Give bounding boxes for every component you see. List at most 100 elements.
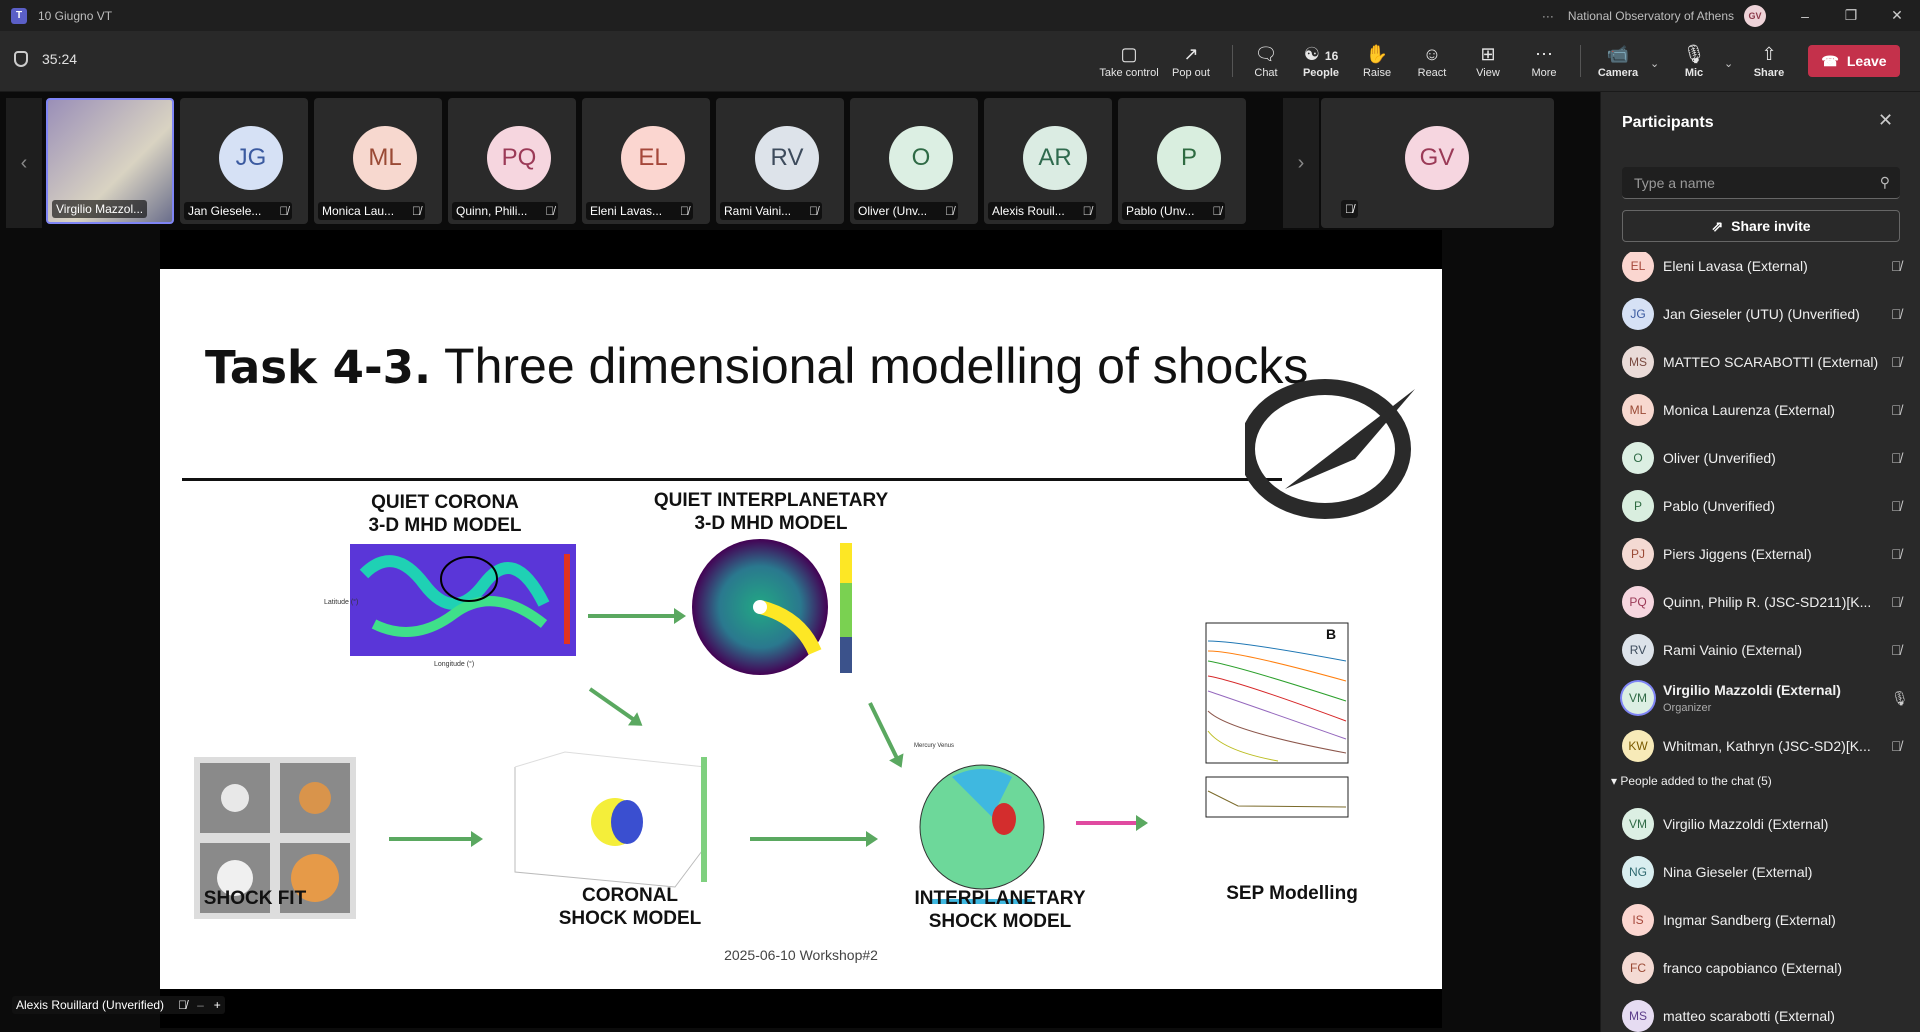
- mic-muted-icon: 🎙̸: [1891, 594, 1902, 610]
- participant-row[interactable]: O Oliver (Unverified) 🎙̸: [1601, 434, 1920, 482]
- participant-row[interactable]: RV Rami Vainio (External) 🎙̸: [1601, 626, 1920, 674]
- participant-tile[interactable]: ML Monica Lau... 🎙̸: [314, 98, 442, 224]
- mic-muted-icon: 🎙̸: [545, 204, 555, 218]
- participant-name: Oliver (Unverified): [1663, 450, 1776, 466]
- participant-row[interactable]: PJ Piers Jiggens (External) 🎙̸: [1601, 530, 1920, 578]
- shock-fit-label: SHOCK FIT: [203, 888, 307, 909]
- participant-name: matteo scarabotti (External): [1663, 1008, 1835, 1024]
- participant-row[interactable]: KW Whitman, Kathryn (JSC-SD2)[K... 🎙̸: [1601, 722, 1920, 770]
- raise-hand-button[interactable]: ✋ Raise: [1347, 41, 1407, 79]
- quiet-interplanetary-label: QUIET INTERPLANETARY 3-D MHD MODEL: [653, 490, 889, 534]
- participant-name: Monica Laurenza (External): [1663, 402, 1835, 418]
- share-button[interactable]: ⇧ Share: [1739, 41, 1799, 79]
- participant-search-input[interactable]: Type a name ⚲: [1622, 167, 1900, 199]
- participant-name: Piers Jiggens (External): [1663, 546, 1812, 562]
- participant-role: Organizer: [1663, 702, 1712, 714]
- more-icon[interactable]: ···: [1542, 9, 1554, 23]
- participant-name: Quinn, Phili... 🎙̸: [452, 202, 559, 220]
- presentation-slide: Task 4-3. Three dimensional modelling of…: [160, 269, 1442, 989]
- participant-tile[interactable]: EL Eleni Lavas... 🎙̸: [582, 98, 710, 224]
- participant-row[interactable]: EL Eleni Lavasa (External) 🎙̸: [1601, 252, 1920, 290]
- participant-tile[interactable]: O Oliver (Unv... 🎙̸: [850, 98, 978, 224]
- share-invite-button[interactable]: ⇗ Share invite: [1622, 210, 1900, 242]
- chat-people-section-header[interactable]: ▾ People added to the chat (5): [1611, 774, 1772, 788]
- participant-tile[interactable]: RV Rami Vaini... 🎙̸: [716, 98, 844, 224]
- participant-name: Oliver (Unv... 🎙̸: [854, 202, 959, 220]
- more-button[interactable]: ⋯ More: [1514, 41, 1574, 79]
- camera-options-chevron-icon[interactable]: ⌄: [1650, 57, 1659, 70]
- participant-row[interactable]: JG Jan Gieseler (UTU) (Unverified) 🎙̸: [1601, 290, 1920, 338]
- close-window-button[interactable]: ✕: [1874, 7, 1920, 24]
- participant-row[interactable]: MS matteo scarabotti (External): [1601, 992, 1920, 1032]
- participant-name: franco capobianco (External): [1663, 960, 1842, 976]
- participant-avatar: JG: [219, 126, 283, 190]
- chat-button[interactable]: 🗨 Chat: [1236, 41, 1296, 79]
- participant-tile[interactable]: P Pablo (Unv... 🎙̸: [1118, 98, 1246, 224]
- smile-icon: ☺: [1422, 44, 1442, 64]
- participant-row[interactable]: FC franco capobianco (External): [1601, 944, 1920, 992]
- participant-avatar: AR: [1023, 126, 1087, 190]
- slide-title: Task 4-3. Three dimensional modelling of…: [205, 337, 1308, 395]
- participant-row[interactable]: IS Ingmar Sandberg (External): [1601, 896, 1920, 944]
- participant-row[interactable]: MS MATTEO SCARABOTTI (External) 🎙̸: [1601, 338, 1920, 386]
- solar-wind-map-image: [692, 539, 852, 675]
- mic-options-chevron-icon[interactable]: ⌄: [1724, 57, 1733, 70]
- participant-avatar: MS: [1622, 346, 1654, 378]
- plus-icon[interactable]: +: [214, 998, 221, 1012]
- participant-name: Monica Lau... 🎙̸: [318, 202, 426, 220]
- coronal-shock-3d-image: [514, 751, 707, 888]
- arrow-coronal-to-ip-shock: [750, 831, 878, 847]
- mic-muted-icon: 🎙̸: [1891, 354, 1902, 370]
- participant-row[interactable]: PQ Quinn, Philip R. (JSC-SD211)[K... 🎙̸: [1601, 578, 1920, 626]
- ellipsis-icon: ⋯: [1535, 44, 1553, 64]
- restore-button[interactable]: ❐: [1828, 7, 1874, 24]
- arrow-shock-fit-to-coronal: [389, 831, 483, 847]
- participant-tile[interactable]: Virgilio Mazzol...: [46, 98, 174, 224]
- share-icon: ⇧: [1761, 44, 1777, 64]
- minimize-button[interactable]: –: [1782, 8, 1828, 24]
- search-icon: ⚲: [1879, 174, 1890, 190]
- sep-intensity-plot-image: B: [1205, 622, 1349, 818]
- share-invite-icon: ⇗: [1711, 217, 1724, 234]
- org-name: National Observatory of Athens: [1567, 8, 1734, 23]
- people-button[interactable]: ☯ 16 People: [1291, 41, 1351, 95]
- participant-row[interactable]: VM Virgilio Mazzoldi (External): [1601, 800, 1920, 848]
- slide-title-rest: Three dimensional modelling of shocks: [431, 338, 1309, 394]
- quiet-corona-map-image: Latitude (°) Longitude (°): [324, 544, 576, 668]
- react-button[interactable]: ☺ React: [1402, 41, 1462, 79]
- self-avatar: GV: [1405, 126, 1469, 190]
- panel-title: Participants: [1622, 114, 1714, 131]
- participant-row[interactable]: P Pablo (Unverified) 🎙̸: [1601, 482, 1920, 530]
- participant-row[interactable]: NG Nina Gieseler (External): [1601, 848, 1920, 896]
- participant-tile[interactable]: JG Jan Giesele... 🎙̸: [180, 98, 308, 224]
- pop-out-button[interactable]: ↗ Pop out: [1161, 41, 1221, 79]
- take-control-icon: ▢: [1120, 44, 1138, 64]
- quiet-corona-label: QUIET CORONA 3-D MHD MODEL: [368, 492, 522, 536]
- leave-button[interactable]: ☎ Leave: [1808, 45, 1900, 77]
- participant-row[interactable]: ML Monica Laurenza (External) 🎙̸: [1601, 386, 1920, 434]
- strip-prev-chevron-icon[interactable]: ‹: [6, 98, 42, 228]
- close-panel-icon[interactable]: ✕: [1878, 110, 1893, 131]
- take-control-button[interactable]: ▢ Take control: [1099, 41, 1159, 79]
- mic-muted-icon: 🎙̸: [1212, 204, 1222, 218]
- strip-next-chevron-icon[interactable]: ›: [1283, 98, 1319, 228]
- mic-muted-icon: 🎙̸: [1891, 498, 1902, 514]
- svg-text:Longitude (°): Longitude (°): [434, 660, 474, 668]
- mic-muted-icon: 🎙̸: [1082, 204, 1092, 218]
- participant-avatar: PQ: [1622, 586, 1654, 618]
- view-button[interactable]: ⊞ View: [1458, 41, 1518, 79]
- window-title: 10 Giugno VT: [38, 8, 113, 23]
- minus-icon[interactable]: –: [197, 998, 204, 1012]
- camera-button[interactable]: 📹 Camera: [1588, 41, 1648, 79]
- arrow-corona-to-ip: [588, 608, 686, 624]
- self-video-tile[interactable]: GV 🎙̸: [1321, 98, 1554, 228]
- shared-screen: Task 4-3. Three dimensional modelling of…: [160, 230, 1442, 1028]
- participant-row[interactable]: VM Virgilio Mazzoldi (External) Organizer 🎙: [1601, 674, 1920, 722]
- participant-avatar: EL: [1622, 252, 1654, 282]
- participant-name: Pablo (Unv... 🎙̸: [1122, 202, 1226, 220]
- participant-tile[interactable]: AR Alexis Rouil... 🎙̸: [984, 98, 1112, 224]
- participant-tile[interactable]: PQ Quinn, Phili... 🎙̸: [448, 98, 576, 224]
- mic-muted-icon: 🎙̸: [279, 204, 289, 218]
- mic-button[interactable]: 🎙 Mic: [1664, 41, 1724, 79]
- account-avatar[interactable]: GV: [1744, 4, 1766, 27]
